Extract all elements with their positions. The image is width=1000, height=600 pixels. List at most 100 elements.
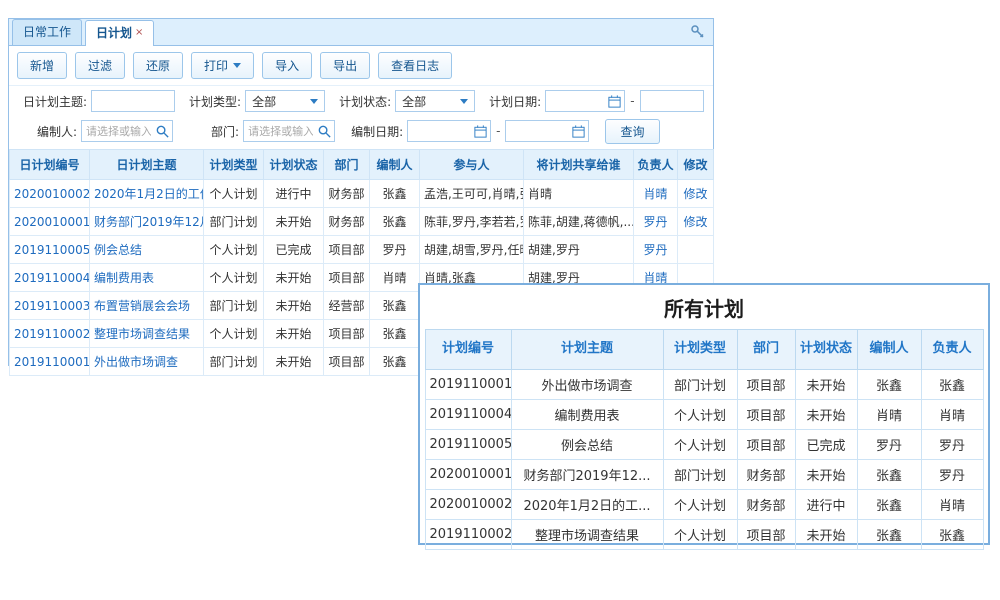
filter-button[interactable]: 过滤 [75,52,125,79]
type-select[interactable]: 全部 [245,90,325,112]
cell-status: 未开始 [264,348,324,376]
column-header: 计划编号 [425,330,511,370]
column-header[interactable]: 计划状态 [264,150,324,180]
view-log-button[interactable]: 查看日志 [378,52,452,79]
cell-subject[interactable]: 2020年1月2日的工作日... [90,180,204,208]
caret-down-icon [460,99,468,104]
created-date-end-field[interactable] [506,121,571,141]
created-date-label: 编制日期: [351,123,403,140]
close-icon[interactable]: × [135,27,143,38]
cell-id[interactable]: 2019110003 [10,292,90,320]
print-button[interactable]: 打印 [191,52,254,79]
tab-label: 日常工作 [23,25,71,39]
cell-edit[interactable]: 修改 [678,180,714,208]
cell-creator: 张鑫 [857,520,921,550]
plan-date-end-input[interactable] [640,90,704,112]
button-label: 新增 [30,57,54,74]
tab-bar: 日常工作 日计划× [9,19,713,46]
subject-input[interactable] [91,90,175,112]
tab-daily-plan[interactable]: 日计划× [85,20,154,46]
cell-id[interactable]: 2020010002 [10,180,90,208]
all-plans-panel: 所有计划 计划编号计划主题计划类型部门计划状态编制人负责人 2019110001… [418,283,990,545]
cell-type: 部门计划 [204,208,264,236]
cell-id[interactable]: 2019110004 [10,264,90,292]
cell-subject[interactable]: 整理市场调查结果 [90,320,204,348]
cell-creator: 张鑫 [370,180,420,208]
cell-dept: 项目部 [737,370,795,400]
tab-daily-work[interactable]: 日常工作 [12,19,82,45]
cell-owner: 张鑫 [921,370,983,400]
creator-input[interactable] [81,120,173,142]
cell-id[interactable]: 2019110001 [10,348,90,376]
cell-subject: 例会总结 [511,430,663,460]
cell-subject: 财务部门2019年12... [511,460,663,490]
cell-participants: 孟浩,王可可,肖晴,张鑫 [420,180,524,208]
cell-dept: 项目部 [737,520,795,550]
date-range-separator: - [496,124,500,138]
cell-id: 2020010001 [425,460,511,490]
dept-label: 部门: [211,123,239,140]
column-header[interactable]: 参与人 [420,150,524,180]
cell-dept: 财务部 [324,180,370,208]
column-header: 计划类型 [663,330,737,370]
column-header[interactable]: 计划类型 [204,150,264,180]
created-date-end-input[interactable] [505,120,589,142]
created-date-start-field[interactable] [408,121,473,141]
search-button[interactable]: 查询 [605,119,659,144]
column-header[interactable]: 修改 [678,150,714,180]
export-button[interactable]: 导出 [320,52,370,79]
cell-subject[interactable]: 财务部门2019年12月的... [90,208,204,236]
column-header[interactable]: 部门 [324,150,370,180]
filter-row-2: 编制人: 部门: 编制日期: [9,116,713,146]
column-header[interactable]: 日计划编号 [10,150,90,180]
subject-input-field[interactable] [92,91,174,111]
cell-status: 进行中 [795,490,857,520]
plan-date-end-field[interactable] [641,91,703,111]
cell-shared: 胡建,罗丹 [524,236,634,264]
cell-dept: 项目部 [324,348,370,376]
cell-owner[interactable]: 肖晴 [634,180,678,208]
import-button[interactable]: 导入 [262,52,312,79]
cell-owner: 罗丹 [921,460,983,490]
cell-id[interactable]: 2019110002 [10,320,90,348]
cell-edit[interactable]: 修改 [678,208,714,236]
dept-input-field[interactable] [244,121,317,141]
cell-id: 2019110001 [425,370,511,400]
cell-id[interactable]: 2020010001 [10,208,90,236]
cell-subject[interactable]: 外出做市场调查 [90,348,204,376]
calendar-icon[interactable] [473,124,488,139]
table-row: 2020010001财务部门2019年12...部门计划财务部未开始张鑫罗丹 [425,460,983,490]
cell-owner: 肖晴 [921,490,983,520]
date-range-separator: - [630,94,634,108]
search-icon[interactable] [317,124,332,139]
cell-creator: 罗丹 [857,430,921,460]
column-header[interactable]: 编制人 [370,150,420,180]
cell-subject[interactable]: 布置营销展会会场 [90,292,204,320]
cell-subject[interactable]: 例会总结 [90,236,204,264]
column-header[interactable]: 日计划主题 [90,150,204,180]
restore-button[interactable]: 还原 [133,52,183,79]
cell-subject[interactable]: 编制费用表 [90,264,204,292]
calendar-icon[interactable] [607,94,622,109]
status-select[interactable]: 全部 [395,90,475,112]
add-button[interactable]: 新增 [17,52,67,79]
plan-date-start-field[interactable] [546,91,607,111]
column-header: 计划状态 [795,330,857,370]
desktop: 日常工作 日计划× 新增 过滤 还原 打印 导入 导出 查看日志 [0,0,1000,600]
creator-input-field[interactable] [82,121,155,141]
created-date-start-input[interactable] [407,120,491,142]
key-icon[interactable] [690,24,706,40]
column-header[interactable]: 负责人 [634,150,678,180]
cell-type: 个人计划 [663,430,737,460]
cell-id[interactable]: 2019110005 [10,236,90,264]
column-header[interactable]: 将计划共享给谁 [524,150,634,180]
cell-creator: 张鑫 [370,320,420,348]
cell-status: 未开始 [264,292,324,320]
plan-date-start-input[interactable] [545,90,625,112]
dept-input[interactable] [243,120,335,142]
search-icon[interactable] [155,124,170,139]
calendar-icon[interactable] [571,124,586,139]
cell-owner[interactable]: 罗丹 [634,236,678,264]
cell-dept: 财务部 [737,490,795,520]
cell-owner[interactable]: 罗丹 [634,208,678,236]
